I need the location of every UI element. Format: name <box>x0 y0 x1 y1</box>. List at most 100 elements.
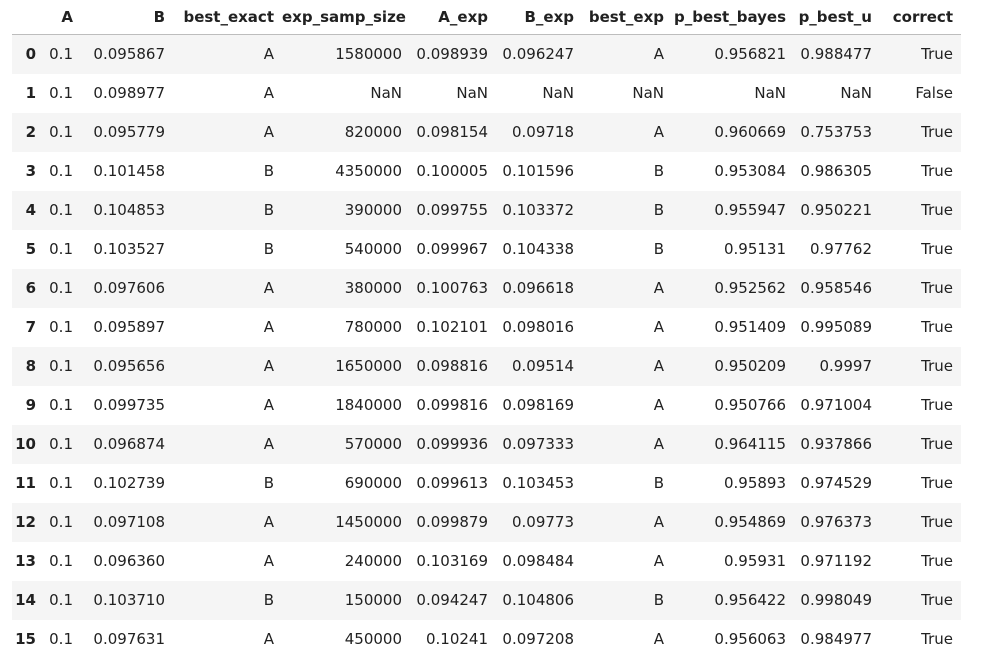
table-cell: 0.099735 <box>93 396 165 414</box>
table-cell: 0.95131 <box>723 240 786 258</box>
table-cell: 0.956821 <box>714 45 786 63</box>
table-cell: NaN <box>840 84 872 102</box>
table-cell: 0.1 <box>49 84 73 102</box>
table-cell: 0.10241 <box>425 630 488 648</box>
index-header <box>12 0 44 35</box>
table-cell: 0.09514 <box>511 357 574 375</box>
table-cell: True <box>921 513 953 531</box>
row-index: 13 <box>15 552 36 570</box>
row-index: 1 <box>25 84 36 102</box>
table-row: 13 0.1 0.096360 A 240000 0.103169 0.098484 A 0.9… <box>12 542 961 581</box>
table-row: 3 0.1 0.101458 B 4350000 0.100005 0.101596 B 0.9… <box>12 152 961 191</box>
table-cell: 0.104338 <box>502 240 574 258</box>
header-row: A Bbest_exact exp_samp_size A_exp B_exp best_… <box>12 0 961 35</box>
table-cell: 0.1 <box>49 396 73 414</box>
table-cell: B <box>263 591 274 609</box>
table-cell: 0.096618 <box>502 279 574 297</box>
table-cell: True <box>921 45 953 63</box>
table-cell: 0.974529 <box>800 474 872 492</box>
table-cell: 0.095867 <box>93 45 165 63</box>
dataframe-table: A Bbest_exact exp_samp_size A_exp B_exp best_… <box>12 0 961 659</box>
table-cell: 0.099936 <box>416 435 488 453</box>
table-cell: 0.1 <box>49 474 73 492</box>
table-cell: 0.1 <box>49 552 73 570</box>
table-cell: 0.098939 <box>416 45 488 63</box>
table-cell: 0.1 <box>49 630 73 648</box>
table-cell: 0.1 <box>49 591 73 609</box>
table-cell: 0.971004 <box>800 396 872 414</box>
table-cell: B <box>653 591 664 609</box>
table-cell: 780000 <box>344 318 402 336</box>
table-cell: 0.950766 <box>714 396 786 414</box>
table-cell: 0.100005 <box>416 162 488 180</box>
table-cell: 0.1 <box>49 318 73 336</box>
table-row: 8 0.1 0.095656 A 1650000 0.098816 0.09514 A 0.95… <box>12 347 961 386</box>
table-cell: 0.100763 <box>416 279 488 297</box>
table-cell: 1650000 <box>335 357 402 375</box>
col-best-exact-header: best_exact <box>173 0 282 35</box>
table-row: 0 0.1 0.095867 A 1580000 0.098939 0.096247 A 0.9… <box>12 34 961 74</box>
table-row: 6 0.1 0.097606 A 380000 0.100763 0.096618 A 0.95… <box>12 269 961 308</box>
table-cell: 0.954869 <box>714 513 786 531</box>
table-cell: 1580000 <box>335 45 402 63</box>
table-cell: 0.976373 <box>800 513 872 531</box>
table-cell: 0.099967 <box>416 240 488 258</box>
table-cell: 240000 <box>344 552 402 570</box>
table-cell: A <box>263 45 274 63</box>
row-index: 3 <box>25 162 36 180</box>
table-cell: NaN <box>632 84 664 102</box>
table-cell: 0.09773 <box>511 513 574 531</box>
table-cell: NaN <box>754 84 786 102</box>
table-cell: 450000 <box>344 630 402 648</box>
table-row: 5 0.1 0.103527 B 540000 0.099967 0.104338 B 0.95… <box>12 230 961 269</box>
table-row: 7 0.1 0.095897 A 780000 0.102101 0.098016 A 0.95… <box>12 308 961 347</box>
table-cell: A <box>263 396 274 414</box>
table-cell: 0.1 <box>49 162 73 180</box>
table-cell: 0.101596 <box>502 162 574 180</box>
row-index: 4 <box>25 201 36 219</box>
table-cell: 0.1 <box>49 435 73 453</box>
table-cell: True <box>921 240 953 258</box>
table-cell: 0.1 <box>49 357 73 375</box>
table-cell: True <box>921 318 953 336</box>
table-cell: NaN <box>542 84 574 102</box>
table-cell: 0.753753 <box>800 123 872 141</box>
table-cell: A <box>263 279 274 297</box>
table-row: 9 0.1 0.099735 A 1840000 0.099816 0.098169 A 0.9… <box>12 386 961 425</box>
table-cell: 0.095897 <box>93 318 165 336</box>
table-cell: 0.103453 <box>502 474 574 492</box>
table-cell: 820000 <box>344 123 402 141</box>
table-body: 0 0.1 0.095867 A 1580000 0.098939 0.096247 A 0.9… <box>12 34 961 659</box>
table-cell: 0.098169 <box>502 396 574 414</box>
table-cell: 0.103169 <box>416 552 488 570</box>
table-cell: 690000 <box>344 474 402 492</box>
table-cell: 0.097631 <box>93 630 165 648</box>
row-index: 5 <box>25 240 36 258</box>
table-cell: 0.1 <box>49 279 73 297</box>
table-cell: B <box>263 162 274 180</box>
table-cell: True <box>921 474 953 492</box>
table-cell: 150000 <box>344 591 402 609</box>
table-cell: A <box>263 435 274 453</box>
table-cell: 0.104806 <box>502 591 574 609</box>
table-cell: 0.098154 <box>416 123 488 141</box>
table-cell: A <box>653 396 664 414</box>
row-index: 12 <box>15 513 36 531</box>
table-cell: 0.956422 <box>714 591 786 609</box>
table-cell: 0.986305 <box>800 162 872 180</box>
table-cell: A <box>263 318 274 336</box>
table-cell: NaN <box>370 84 402 102</box>
table-cell: 0.958546 <box>800 279 872 297</box>
table-cell: 0.960669 <box>714 123 786 141</box>
col-A-exp-header: A_exp <box>410 0 496 35</box>
table-cell: 0.950209 <box>714 357 786 375</box>
row-index: 0 <box>25 45 36 63</box>
table-cell: B <box>263 240 274 258</box>
table-cell: True <box>921 279 953 297</box>
table-cell: A <box>263 513 274 531</box>
table-cell: A <box>263 552 274 570</box>
table-cell: 0.096874 <box>93 435 165 453</box>
table-cell: 0.964115 <box>714 435 786 453</box>
table-cell: A <box>653 357 664 375</box>
dataframe-output: A Bbest_exact exp_samp_size A_exp B_exp best_… <box>12 0 961 659</box>
